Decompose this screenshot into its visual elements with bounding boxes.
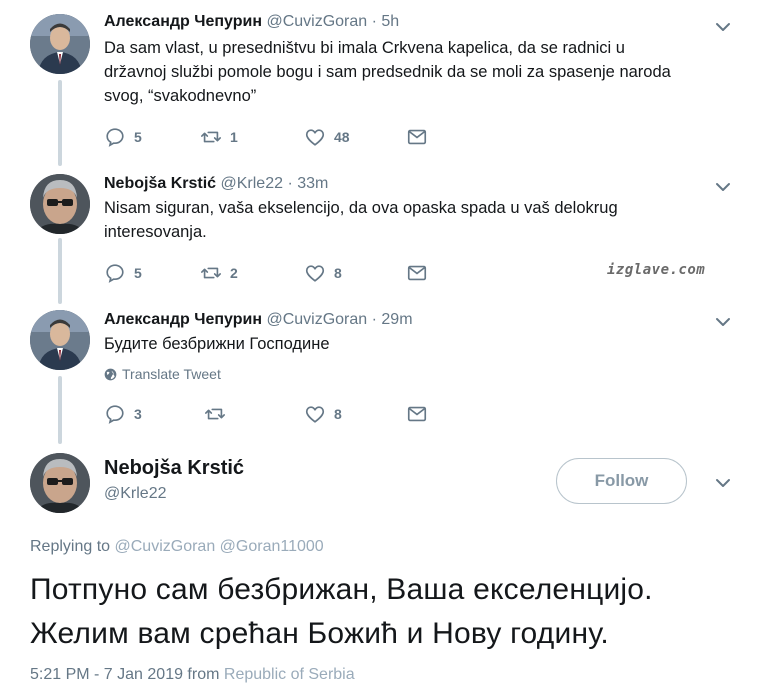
like-icon (305, 406, 325, 423)
separator-dot: · (371, 311, 377, 328)
main-tweet-text: Потпуно сам безбрижан, Ваша екселенцијо.… (30, 568, 750, 656)
avatar[interactable] (30, 14, 90, 74)
display-name[interactable]: Александр Чепурин (104, 311, 262, 328)
translate-tweet-link[interactable]: Translate Tweet (104, 366, 221, 382)
reply-icon (106, 128, 124, 147)
tweet-text: Da sam vlast, u presedništvu bi imala Cr… (104, 39, 671, 105)
reply-icon (106, 405, 124, 424)
watermark: izglave.com (607, 262, 706, 278)
like-button[interactable]: 8 (304, 403, 342, 425)
main-tweet-line: Желим вам срећан Божић и Нову годину. (30, 617, 609, 650)
reply-count: 5 (134, 129, 142, 145)
avatar[interactable] (30, 174, 90, 234)
like-count: 8 (334, 406, 342, 422)
retweet-icon (201, 267, 221, 279)
like-button[interactable]: 48 (304, 126, 350, 148)
mention-link[interactable]: @CuvizGoran (115, 538, 216, 555)
separator-dot: · (287, 175, 293, 192)
tweet-1[interactable]: Александр Чепурин @CuvizGoran · 5h Da sa… (0, 12, 761, 152)
like-icon (305, 129, 325, 146)
timestamp-text: 5:21 PM - 7 Jan 2019 from (30, 666, 220, 683)
chevron-down-icon[interactable] (713, 312, 733, 332)
timestamp[interactable]: 5h (381, 13, 399, 30)
retweet-button[interactable]: 1 (200, 126, 238, 148)
retweet-count: 1 (230, 129, 238, 145)
translate-label: Translate Tweet (122, 366, 221, 382)
user-handle[interactable]: @Krle22 (221, 175, 284, 192)
tweet-timestamp: 5:21 PM - 7 Jan 2019 from Republic of Se… (30, 666, 355, 684)
tweet-3[interactable]: Александр Чепурин @CuvizGoran · 29m Буди… (0, 310, 761, 430)
reply-icon (106, 264, 124, 283)
user-handle[interactable]: @CuvizGoran (266, 13, 367, 30)
retweet-button[interactable]: 2 (200, 262, 238, 284)
main-tweet-line: Потпуно сам безбрижан, Ваша екселенцијо. (30, 573, 653, 606)
reply-count: 5 (134, 265, 142, 281)
like-count: 8 (334, 265, 342, 281)
avatar[interactable] (30, 453, 90, 513)
tweet-header: Александр Чепурин @CuvizGoran · 29m (104, 310, 413, 330)
user-handle[interactable]: @Krle22 (104, 485, 167, 503)
location-link[interactable]: Republic of Serbia (224, 666, 355, 683)
user-handle[interactable]: @CuvizGoran (266, 311, 367, 328)
follow-button[interactable]: Follow (556, 458, 687, 504)
dm-button[interactable] (406, 403, 428, 425)
replying-to: Replying to @CuvizGoran @Goran11000 (30, 538, 324, 556)
reply-count: 3 (134, 406, 142, 422)
dm-button[interactable] (406, 262, 428, 284)
dm-button[interactable] (406, 126, 428, 148)
like-count: 48 (334, 129, 350, 145)
tweet-header: Nebojša Krstić @Krle22 · 33m (104, 174, 328, 194)
tweet-header: Александр Чепурин @CuvizGoran · 5h (104, 12, 399, 32)
display-name[interactable]: Александр Чепурин (104, 13, 262, 30)
like-button[interactable]: 8 (304, 262, 342, 284)
reply-button[interactable]: 5 (104, 126, 142, 148)
retweet-button[interactable] (204, 403, 226, 425)
timestamp[interactable]: 33m (297, 175, 328, 192)
avatar[interactable] (30, 310, 90, 370)
like-icon (305, 265, 325, 282)
mention-link[interactable]: @Goran11000 (220, 538, 324, 555)
retweet-icon (205, 408, 225, 420)
tweet-text: Nisam siguran, vaša ekselencijo, da ova … (104, 199, 618, 241)
retweet-count: 2 (230, 265, 238, 281)
chevron-down-icon[interactable] (713, 177, 733, 197)
retweet-icon (201, 131, 221, 143)
separator-dot: · (371, 13, 377, 30)
display-name[interactable]: Nebojša Krstić (104, 457, 244, 480)
chevron-down-icon[interactable] (713, 17, 733, 37)
reply-button[interactable]: 3 (104, 403, 142, 425)
chevron-down-icon[interactable] (713, 473, 733, 493)
dm-icon (407, 129, 427, 145)
display-name[interactable]: Nebojša Krstić (104, 175, 216, 192)
dm-icon (407, 406, 427, 422)
timestamp[interactable]: 29m (381, 311, 412, 328)
replying-prefix: Replying to (30, 538, 111, 555)
tweet-text: Будите безбрижни Господине (104, 335, 330, 353)
reply-button[interactable]: 5 (104, 262, 142, 284)
globe-icon (104, 368, 117, 380)
dm-icon (407, 265, 427, 281)
